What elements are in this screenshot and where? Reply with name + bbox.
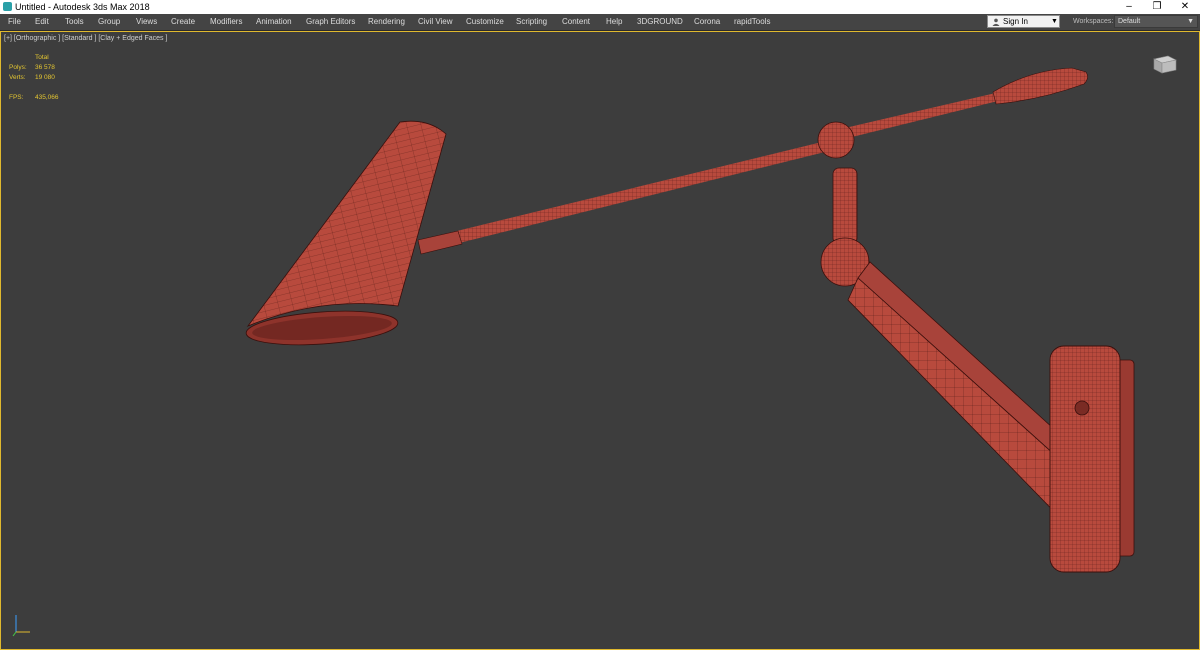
viewcube-icon[interactable] [1148,53,1180,75]
mount-screw [1074,400,1090,416]
lamp-arm-rod[interactable] [417,67,1088,255]
axis-tripod-icon [12,615,30,637]
lamp-shade[interactable] [245,120,447,349]
wall-mount-plate[interactable] [1049,345,1135,573]
scene-model[interactable] [0,0,1200,650]
lamp-stem[interactable] [832,167,858,245]
pivot-joint-upper[interactable] [817,121,855,159]
